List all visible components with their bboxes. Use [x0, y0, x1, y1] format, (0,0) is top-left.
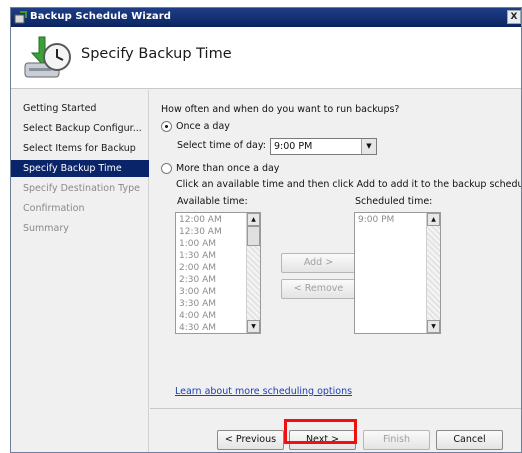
scheduled-time-list[interactable]: 9:00 PM ▲ ▼ — [354, 212, 441, 334]
schedule-instructions: Click an available time and then click A… — [176, 179, 522, 190]
finish-button: Finish — [363, 430, 430, 450]
available-time-item[interactable]: 1:30 AM — [179, 251, 216, 261]
nav-step-select-items[interactable]: Select Items for Backup — [11, 140, 149, 157]
scroll-down-icon[interactable]: ▼ — [247, 320, 260, 333]
remove-time-button[interactable]: < Remove — [281, 279, 356, 299]
close-icon[interactable]: X — [507, 10, 521, 24]
available-time-item[interactable]: 12:30 AM — [179, 227, 222, 237]
previous-button[interactable]: < Previous — [217, 430, 284, 450]
time-of-day-value: 9:00 PM — [274, 141, 313, 152]
time-of-day-label: Select time of day: — [177, 140, 266, 151]
nav-step-getting-started[interactable]: Getting Started — [11, 100, 149, 117]
backup-clock-icon — [24, 36, 71, 78]
nav-step-destination-type: Specify Destination Type — [23, 183, 140, 194]
window-title: Backup Schedule Wizard — [30, 11, 172, 22]
time-of-day-select[interactable]: 9:00 PM ▼ — [270, 138, 377, 155]
nav-step-confirmation: Confirmation — [23, 203, 85, 214]
wizard-icon — [14, 11, 27, 24]
once-a-day-label[interactable]: Once a day — [176, 121, 230, 132]
nav-step-backup-time[interactable]: Specify Backup Time — [11, 160, 149, 177]
add-time-button[interactable]: Add > — [281, 253, 356, 273]
scroll-up-icon[interactable]: ▲ — [427, 213, 440, 226]
available-time-item[interactable]: 4:30 AM — [179, 323, 216, 333]
wizard-step-nav: Getting Started Select Backup Configur..… — [11, 90, 149, 452]
available-time-item[interactable]: 12:00 AM — [179, 215, 222, 225]
scroll-thumb[interactable] — [247, 226, 260, 246]
available-time-item[interactable]: 2:00 AM — [179, 263, 216, 273]
available-time-item[interactable]: 4:00 AM — [179, 311, 216, 321]
page-title: Specify Backup Time — [81, 46, 232, 62]
wizard-header: Specify Backup Time — [11, 27, 521, 89]
cancel-button[interactable]: Cancel — [436, 430, 503, 450]
wizard-window: Backup Schedule Wizard X Specify Backup … — [10, 7, 522, 453]
scheduled-time-scrollbar[interactable]: ▲ ▼ — [426, 213, 440, 333]
nav-step-summary: Summary — [23, 223, 69, 234]
available-time-label: Available time: — [177, 196, 248, 207]
more-than-once-label[interactable]: More than once a day — [176, 163, 279, 174]
nav-step-backup-configuration[interactable]: Select Backup Configur... — [11, 120, 149, 137]
dropdown-arrow-icon[interactable]: ▼ — [361, 139, 376, 154]
scroll-down-icon[interactable]: ▼ — [427, 320, 440, 333]
more-than-once-radio[interactable] — [161, 163, 172, 174]
next-button[interactable]: Next > — [289, 430, 356, 450]
scheduled-time-label: Scheduled time: — [355, 196, 433, 207]
title-bar[interactable]: Backup Schedule Wizard X — [11, 8, 521, 27]
once-a-day-radio[interactable] — [161, 121, 172, 132]
learn-scheduling-link[interactable]: Learn about more scheduling options — [175, 386, 352, 397]
available-time-scrollbar[interactable]: ▲ ▼ — [246, 213, 260, 333]
schedule-question: How often and when do you want to run ba… — [161, 104, 400, 115]
wizard-footer: < Previous Next > Finish Cancel — [150, 408, 521, 452]
available-time-item[interactable]: 3:30 AM — [179, 299, 216, 309]
available-time-item[interactable]: 3:00 AM — [179, 287, 216, 297]
available-time-item[interactable]: 2:30 AM — [179, 275, 216, 285]
main-panel: How often and when do you want to run ba… — [150, 90, 522, 452]
available-time-list[interactable]: 12:00 AM 12:30 AM 1:00 AM 1:30 AM 2:00 A… — [175, 212, 261, 334]
available-time-item[interactable]: 1:00 AM — [179, 239, 216, 249]
scroll-up-icon[interactable]: ▲ — [247, 213, 260, 226]
scheduled-time-item[interactable]: 9:00 PM — [358, 215, 394, 225]
